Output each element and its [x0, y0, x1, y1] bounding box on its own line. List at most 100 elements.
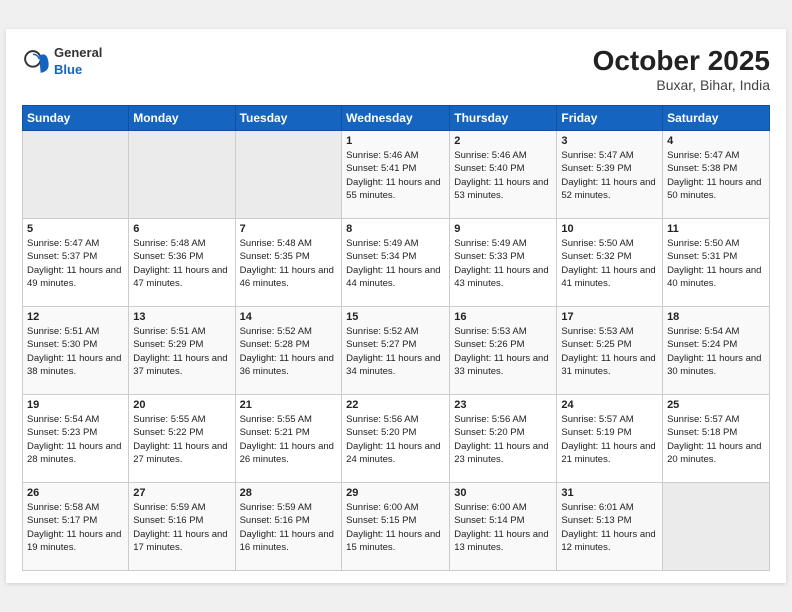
- calendar-cell: [235, 131, 342, 219]
- day-info: Sunrise: 5:49 AMSunset: 5:34 PMDaylight:…: [346, 237, 445, 290]
- day-number: 5: [27, 223, 124, 235]
- calendar-cell: 5 Sunrise: 5:47 AMSunset: 5:37 PMDayligh…: [23, 219, 129, 307]
- day-number: 8: [346, 223, 445, 235]
- calendar-cell: 30 Sunrise: 6:00 AMSunset: 5:14 PMDaylig…: [450, 483, 557, 571]
- calendar-cell: 20 Sunrise: 5:55 AMSunset: 5:22 PMDaylig…: [129, 395, 235, 483]
- day-number: 22: [346, 399, 445, 411]
- calendar-cell: 13 Sunrise: 5:51 AMSunset: 5:29 PMDaylig…: [129, 307, 235, 395]
- day-info: Sunrise: 5:52 AMSunset: 5:28 PMDaylight:…: [240, 325, 338, 378]
- weekday-header-saturday: Saturday: [663, 106, 770, 131]
- weekday-header-monday: Monday: [129, 106, 235, 131]
- day-info: Sunrise: 5:51 AMSunset: 5:29 PMDaylight:…: [133, 325, 230, 378]
- day-info: Sunrise: 6:00 AMSunset: 5:15 PMDaylight:…: [346, 501, 445, 554]
- calendar-cell: 27 Sunrise: 5:59 AMSunset: 5:16 PMDaylig…: [129, 483, 235, 571]
- day-number: 11: [667, 223, 765, 235]
- calendar-cell: 2 Sunrise: 5:46 AMSunset: 5:40 PMDayligh…: [450, 131, 557, 219]
- month-title: October 2025: [593, 45, 770, 77]
- calendar-cell: 31 Sunrise: 6:01 AMSunset: 5:13 PMDaylig…: [557, 483, 663, 571]
- calendar-container: General Blue October 2025 Buxar, Bihar, …: [6, 29, 786, 583]
- day-info: Sunrise: 5:48 AMSunset: 5:36 PMDaylight:…: [133, 237, 230, 290]
- day-info: Sunrise: 5:54 AMSunset: 5:23 PMDaylight:…: [27, 413, 124, 466]
- day-info: Sunrise: 5:47 AMSunset: 5:39 PMDaylight:…: [561, 149, 658, 202]
- day-number: 1: [346, 135, 445, 147]
- calendar-cell: [23, 131, 129, 219]
- day-number: 26: [27, 487, 124, 499]
- day-info: Sunrise: 5:55 AMSunset: 5:21 PMDaylight:…: [240, 413, 338, 466]
- calendar-cell: 4 Sunrise: 5:47 AMSunset: 5:38 PMDayligh…: [663, 131, 770, 219]
- calendar-cell: 29 Sunrise: 6:00 AMSunset: 5:15 PMDaylig…: [342, 483, 450, 571]
- day-number: 7: [240, 223, 338, 235]
- day-info: Sunrise: 5:58 AMSunset: 5:17 PMDaylight:…: [27, 501, 124, 554]
- calendar-cell: 16 Sunrise: 5:53 AMSunset: 5:26 PMDaylig…: [450, 307, 557, 395]
- calendar-cell: 25 Sunrise: 5:57 AMSunset: 5:18 PMDaylig…: [663, 395, 770, 483]
- calendar-cell: 14 Sunrise: 5:52 AMSunset: 5:28 PMDaylig…: [235, 307, 342, 395]
- calendar-cell: 1 Sunrise: 5:46 AMSunset: 5:41 PMDayligh…: [342, 131, 450, 219]
- day-info: Sunrise: 5:49 AMSunset: 5:33 PMDaylight:…: [454, 237, 552, 290]
- day-info: Sunrise: 5:59 AMSunset: 5:16 PMDaylight:…: [133, 501, 230, 554]
- calendar-cell: 22 Sunrise: 5:56 AMSunset: 5:20 PMDaylig…: [342, 395, 450, 483]
- day-info: Sunrise: 5:57 AMSunset: 5:18 PMDaylight:…: [667, 413, 765, 466]
- day-info: Sunrise: 5:52 AMSunset: 5:27 PMDaylight:…: [346, 325, 445, 378]
- day-info: Sunrise: 6:01 AMSunset: 5:13 PMDaylight:…: [561, 501, 658, 554]
- day-number: 6: [133, 223, 230, 235]
- day-number: 25: [667, 399, 765, 411]
- day-number: 24: [561, 399, 658, 411]
- calendar-cell: 12 Sunrise: 5:51 AMSunset: 5:30 PMDaylig…: [23, 307, 129, 395]
- calendar-cell: [663, 483, 770, 571]
- calendar-cell: 3 Sunrise: 5:47 AMSunset: 5:39 PMDayligh…: [557, 131, 663, 219]
- day-number: 2: [454, 135, 552, 147]
- calendar-cell: 21 Sunrise: 5:55 AMSunset: 5:21 PMDaylig…: [235, 395, 342, 483]
- weekday-header-sunday: Sunday: [23, 106, 129, 131]
- calendar-cell: 17 Sunrise: 5:53 AMSunset: 5:25 PMDaylig…: [557, 307, 663, 395]
- day-info: Sunrise: 5:56 AMSunset: 5:20 PMDaylight:…: [346, 413, 445, 466]
- logo-icon: [22, 48, 50, 76]
- day-info: Sunrise: 5:50 AMSunset: 5:32 PMDaylight:…: [561, 237, 658, 290]
- day-number: 30: [454, 487, 552, 499]
- day-info: Sunrise: 6:00 AMSunset: 5:14 PMDaylight:…: [454, 501, 552, 554]
- weekday-header-friday: Friday: [557, 106, 663, 131]
- calendar-cell: 24 Sunrise: 5:57 AMSunset: 5:19 PMDaylig…: [557, 395, 663, 483]
- day-number: 31: [561, 487, 658, 499]
- logo-general: General: [54, 45, 102, 62]
- day-info: Sunrise: 5:54 AMSunset: 5:24 PMDaylight:…: [667, 325, 765, 378]
- calendar-header: General Blue October 2025 Buxar, Bihar, …: [22, 45, 770, 93]
- day-number: 29: [346, 487, 445, 499]
- day-info: Sunrise: 5:51 AMSunset: 5:30 PMDaylight:…: [27, 325, 124, 378]
- day-number: 27: [133, 487, 230, 499]
- calendar-cell: 18 Sunrise: 5:54 AMSunset: 5:24 PMDaylig…: [663, 307, 770, 395]
- day-number: 15: [346, 311, 445, 323]
- weekday-header-thursday: Thursday: [450, 106, 557, 131]
- day-number: 13: [133, 311, 230, 323]
- day-info: Sunrise: 5:46 AMSunset: 5:40 PMDaylight:…: [454, 149, 552, 202]
- weekday-header-tuesday: Tuesday: [235, 106, 342, 131]
- calendar-cell: 9 Sunrise: 5:49 AMSunset: 5:33 PMDayligh…: [450, 219, 557, 307]
- day-number: 9: [454, 223, 552, 235]
- calendar-cell: 15 Sunrise: 5:52 AMSunset: 5:27 PMDaylig…: [342, 307, 450, 395]
- day-info: Sunrise: 5:48 AMSunset: 5:35 PMDaylight:…: [240, 237, 338, 290]
- day-info: Sunrise: 5:47 AMSunset: 5:38 PMDaylight:…: [667, 149, 765, 202]
- day-number: 4: [667, 135, 765, 147]
- calendar-table: SundayMondayTuesdayWednesdayThursdayFrid…: [22, 105, 770, 571]
- calendar-cell: 28 Sunrise: 5:59 AMSunset: 5:16 PMDaylig…: [235, 483, 342, 571]
- calendar-cell: [129, 131, 235, 219]
- logo-blue: Blue: [54, 62, 102, 79]
- day-info: Sunrise: 5:59 AMSunset: 5:16 PMDaylight:…: [240, 501, 338, 554]
- day-number: 20: [133, 399, 230, 411]
- title-block: October 2025 Buxar, Bihar, India: [593, 45, 770, 93]
- day-number: 3: [561, 135, 658, 147]
- calendar-cell: 19 Sunrise: 5:54 AMSunset: 5:23 PMDaylig…: [23, 395, 129, 483]
- day-info: Sunrise: 5:53 AMSunset: 5:26 PMDaylight:…: [454, 325, 552, 378]
- day-info: Sunrise: 5:55 AMSunset: 5:22 PMDaylight:…: [133, 413, 230, 466]
- day-number: 18: [667, 311, 765, 323]
- day-info: Sunrise: 5:50 AMSunset: 5:31 PMDaylight:…: [667, 237, 765, 290]
- calendar-cell: 10 Sunrise: 5:50 AMSunset: 5:32 PMDaylig…: [557, 219, 663, 307]
- day-number: 10: [561, 223, 658, 235]
- calendar-cell: 7 Sunrise: 5:48 AMSunset: 5:35 PMDayligh…: [235, 219, 342, 307]
- day-number: 28: [240, 487, 338, 499]
- day-info: Sunrise: 5:47 AMSunset: 5:37 PMDaylight:…: [27, 237, 124, 290]
- day-number: 23: [454, 399, 552, 411]
- day-number: 19: [27, 399, 124, 411]
- weekday-header-wednesday: Wednesday: [342, 106, 450, 131]
- day-info: Sunrise: 5:46 AMSunset: 5:41 PMDaylight:…: [346, 149, 445, 202]
- day-number: 17: [561, 311, 658, 323]
